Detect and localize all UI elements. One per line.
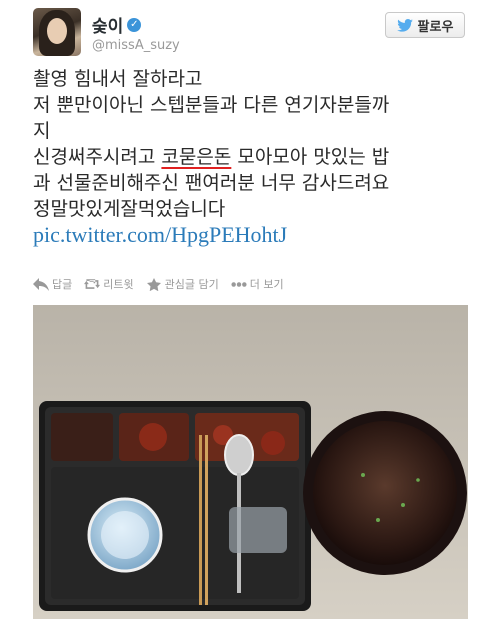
plastic-packet [229, 507, 287, 553]
favorite-label: 관심글 담기 [164, 278, 219, 291]
retweet-label: 리트윗 [103, 278, 134, 291]
avatar-face [47, 18, 67, 44]
twitter-bird-icon [396, 18, 413, 32]
tweet-text-segment: 모아모아 맛있는 밥 [231, 146, 390, 168]
garnish [361, 473, 365, 477]
lunchbox-photo [33, 305, 468, 619]
reply-icon [33, 277, 49, 291]
more-label: 더 보기 [249, 278, 284, 291]
retweet-icon [84, 278, 101, 289]
chopstick [205, 435, 208, 605]
more-action[interactable]: 더 보기 [231, 276, 284, 292]
soup [313, 421, 457, 565]
spoon [224, 434, 254, 476]
sauce-stain [139, 423, 167, 451]
tweet-line: 저 뿐만이아닌 스텝분들과 다른 연기자분들까 [33, 94, 390, 116]
compartment [51, 413, 113, 461]
tweet-line: 정말맛있게잘먹었습니다 [33, 198, 226, 220]
underlined-phrase: 코묻은돈 [161, 146, 232, 168]
sauce-stain [261, 431, 285, 455]
tweet-actions: 답글 리트윗 관심글 담기 더 보기 [33, 276, 284, 292]
tweet-line: 신경써주시려고 코묻은돈 모아모아 맛있는 밥 [33, 144, 483, 170]
tweet-line: 지 [33, 120, 51, 142]
chopstick [199, 435, 202, 605]
star-icon [146, 277, 161, 291]
reply-action[interactable]: 답글 [33, 276, 72, 292]
pic-link[interactable]: pic.twitter.com/HpgPEHohtJ [33, 222, 483, 248]
user-handle[interactable]: @missA_suzy [92, 38, 180, 53]
follow-button[interactable]: 팔로우 [385, 12, 465, 38]
tweet-text-segment: 신경써주시려고 [33, 146, 162, 168]
tweet-photo[interactable] [33, 305, 468, 619]
favorite-action[interactable]: 관심글 담기 [146, 276, 219, 292]
follow-label: 팔로우 [417, 19, 454, 35]
tweet-line: 촬영 힘내서 잘하라고 [33, 68, 203, 90]
user-name[interactable]: 숮이 [92, 12, 123, 37]
garnish [376, 518, 380, 522]
verified-icon: ✓ [127, 17, 142, 32]
tweet-text: 촬영 힘내서 잘하라고 저 뿐만이아닌 스텝분들과 다른 연기자분들까 지 신경… [33, 66, 483, 248]
garnish [401, 503, 405, 507]
garnish [416, 478, 420, 482]
sticker-graphic [101, 511, 149, 559]
avatar[interactable] [33, 8, 81, 56]
reply-label: 답글 [52, 278, 73, 291]
tweet-line: 과 선물준비해주신 팬여러분 너무 감사드려요 [33, 172, 390, 194]
more-dots-icon [231, 281, 247, 287]
retweet-action[interactable]: 리트윗 [84, 276, 134, 292]
name-row: 숮이 ✓ [92, 12, 142, 37]
